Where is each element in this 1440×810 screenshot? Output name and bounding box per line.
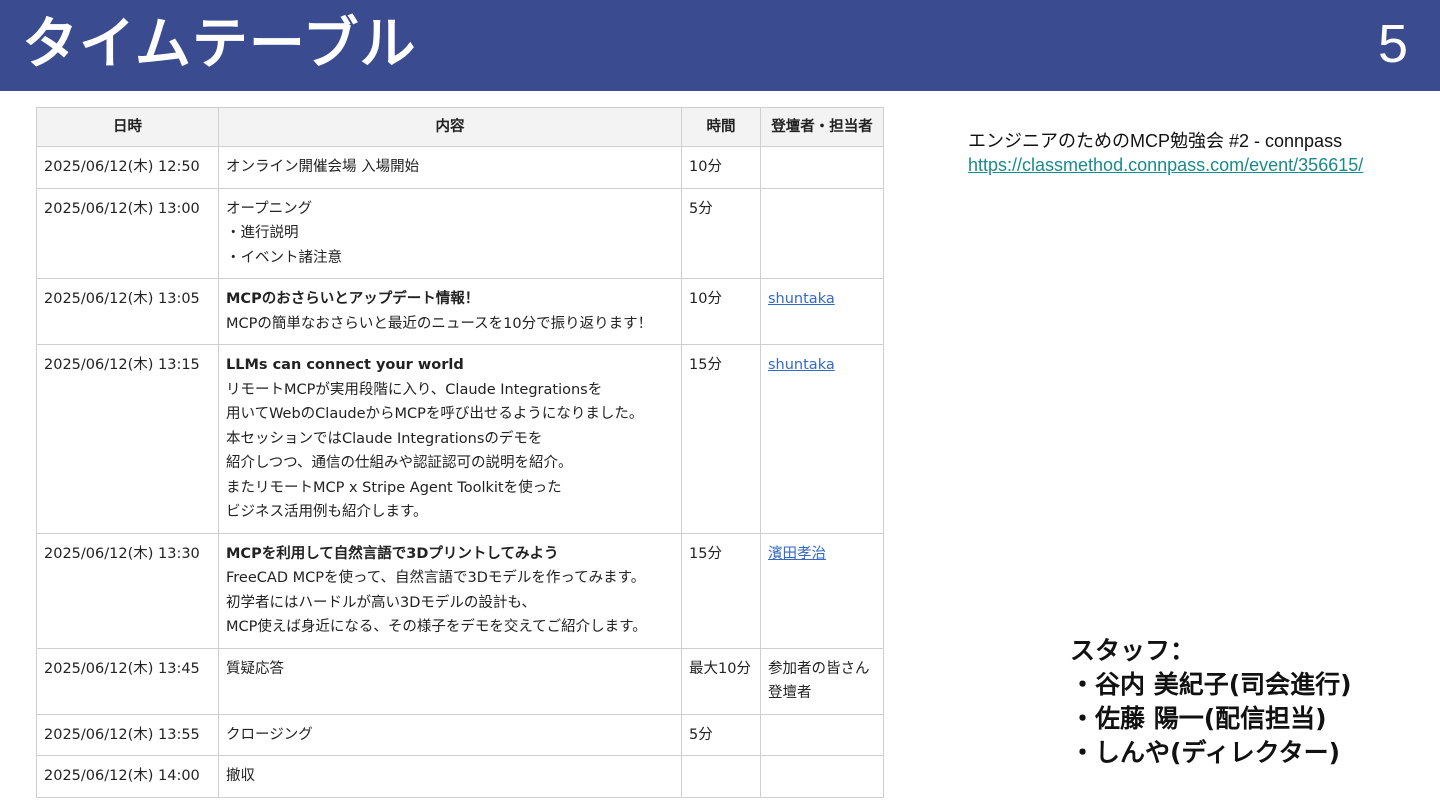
cell-duration: 15分 [681,344,761,534]
staff-member: ・しんや(ディレクター) [1070,738,1341,767]
staff-member: ・谷内 美紀子(司会進行) [1070,670,1352,699]
talk-title: LLMs can connect your world [226,357,464,373]
content-line: オープニング [226,200,313,217]
table-header-row: 日時 内容 時間 登壇者・担当者 [36,107,884,147]
cell-datetime: 2025/06/12(木) 13:55 [36,713,219,756]
content-line: 質疑応答 [226,660,284,677]
cell-datetime: 2025/06/12(木) 13:05 [36,278,219,345]
cell-duration [681,755,761,798]
cell-content: オンライン開催会場 入場開始 [218,146,682,189]
cell-datetime: 2025/06/12(木) 12:50 [36,146,219,189]
slide-header: タイムテーブル 5 [0,0,1440,91]
timetable-container: 日時 内容 時間 登壇者・担当者 2025/06/12(木) 12:50 オンライ… [36,107,884,798]
cell-datetime: 2025/06/12(木) 13:15 [36,344,219,534]
cell-person: 濱田孝治 [760,532,884,649]
table-row: 2025/06/12(木) 13:45 質疑応答 最大10分 参加者の皆さん 登壇者 [36,647,884,715]
cell-content: LLMs can connect your world リモートMCPが実用段階に… [218,344,682,534]
content-line: 撤収 [226,768,255,784]
table-row: 2025/06/12(木) 13:15 LLMs can connect your… [36,344,884,534]
cell-content: 質疑応答 [218,647,682,715]
staff-list: スタッフ： ・谷内 美紀子(司会進行) ・佐藤 陽一(配信担当) ・しんや(ディ… [1070,634,1352,770]
event-title: エンジニアのためのMCP勉強会 #2 - connpass [968,131,1343,151]
content-line: ・進行説明 [226,225,299,241]
column-header-person: 登壇者・担当者 [760,107,884,147]
cell-datetime: 2025/06/12(木) 13:45 [36,647,219,715]
cell-datetime: 2025/06/12(木) 13:30 [36,532,219,649]
cell-person [760,187,884,279]
content-line: 本セッションではClaude Integrationsのデモを [226,430,543,447]
table-row: 2025/06/12(木) 13:05 MCPのおさらいとアップデート情報！ MCP… [36,278,884,345]
timetable-body: 2025/06/12(木) 12:50 オンライン開催会場 入場開始 10分 2025… [36,146,884,798]
cell-content: 撤収 [218,755,682,798]
talk-title: MCPのおさらいとアップデート情報！ [226,291,480,307]
cell-person [760,713,884,756]
timetable: 日時 内容 時間 登壇者・担当者 2025/06/12(木) 12:50 オンライ… [36,107,884,798]
cell-duration: 5分 [681,187,761,279]
staff-member: ・佐藤 陽一(配信担当) [1070,704,1327,733]
content-line: またリモートMCP x Stripe Agent Toolkitを使った [226,479,562,496]
cell-duration: 最大10分 [681,647,761,715]
cell-person: shuntaka [760,344,884,534]
cell-person [760,755,884,798]
content-line: 初学者にはハードルが高い3Dモデルの設計も、 [226,594,536,611]
cell-duration: 15分 [681,532,761,649]
content-line: 紹介しつつ、通信の仕組みや認証認可の説明を紹介。 [226,455,573,471]
column-header-datetime: 日時 [36,107,219,147]
cell-content: MCPを利用して自然言語で3Dプリントしてみよう FreeCAD MCPを使って、… [218,532,682,649]
cell-duration: 10分 [681,146,761,189]
content-line: オンライン開催会場 入場開始 [226,159,420,175]
column-header-duration: 時間 [681,107,761,147]
content-line: リモートMCPが実用段階に入り、Claude Integrationsを [226,381,603,398]
table-row: 2025/06/12(木) 13:00 オープニング ・進行説明 ・イベント諸注意 5分 [36,187,884,279]
talk-title: MCPを利用して自然言語で3Dプリントしてみよう [226,545,559,562]
cell-person: 参加者の皆さん 登壇者 [760,647,884,715]
event-info: エンジニアのためのMCP勉強会 #2 - connpass https://cl… [968,129,1363,177]
content-line: クロージング [226,726,313,743]
cell-content: MCPのおさらいとアップデート情報！ MCPの簡単なおさらいと最近のニュースを10… [218,278,682,345]
speaker-link[interactable]: 濱田孝治 [768,546,826,562]
cell-content: オープニング ・進行説明・イベント諸注意 [218,187,682,279]
cell-datetime: 2025/06/12(木) 13:00 [36,187,219,279]
cell-duration: 5分 [681,713,761,756]
table-row: 2025/06/12(木) 13:55 クロージング 5分 [36,713,884,756]
table-row: 2025/06/12(木) 12:50 オンライン開催会場 入場開始 10分 [36,146,884,189]
page-number: 5 [1377,14,1408,74]
slide: タイムテーブル 5 日時 内容 時間 登壇者・担当者 2025/06/12(木)… [0,0,1440,810]
content-line: FreeCAD MCPを使って、自然言語で3Dモデルを作ってみます。 [226,570,646,586]
column-header-content: 内容 [218,107,682,147]
speaker-link[interactable]: shuntaka [768,291,835,307]
content-line: MCP使えば身近になる、その様子をデモを交えてご紹介します。 [226,619,647,635]
table-row: 2025/06/12(木) 13:30 MCPを利用して自然言語で3Dプリントして… [36,532,884,649]
staff-heading: スタッフ： [1070,636,1196,665]
speaker-link[interactable]: shuntaka [768,357,835,373]
cell-duration: 10分 [681,278,761,345]
cell-content: クロージング [218,713,682,756]
content-line: 用いてWebのClaudeからMCPを呼び出せるようになりました。 [226,406,644,422]
content-line: MCPの簡単なおさらいと最近のニュースを10分で振り返ります！ [226,315,653,332]
cell-datetime: 2025/06/12(木) 14:00 [36,755,219,798]
cell-person: shuntaka [760,278,884,345]
cell-person [760,146,884,189]
content-line: ・イベント諸注意 [226,249,342,266]
slide-title: タイムテーブル [22,12,417,77]
event-url-link[interactable]: https://classmethod.connpass.com/event/3… [968,153,1363,177]
content-line: ビジネス活用例も紹介します。 [226,504,428,520]
table-row: 2025/06/12(木) 14:00 撤収 [36,755,884,798]
